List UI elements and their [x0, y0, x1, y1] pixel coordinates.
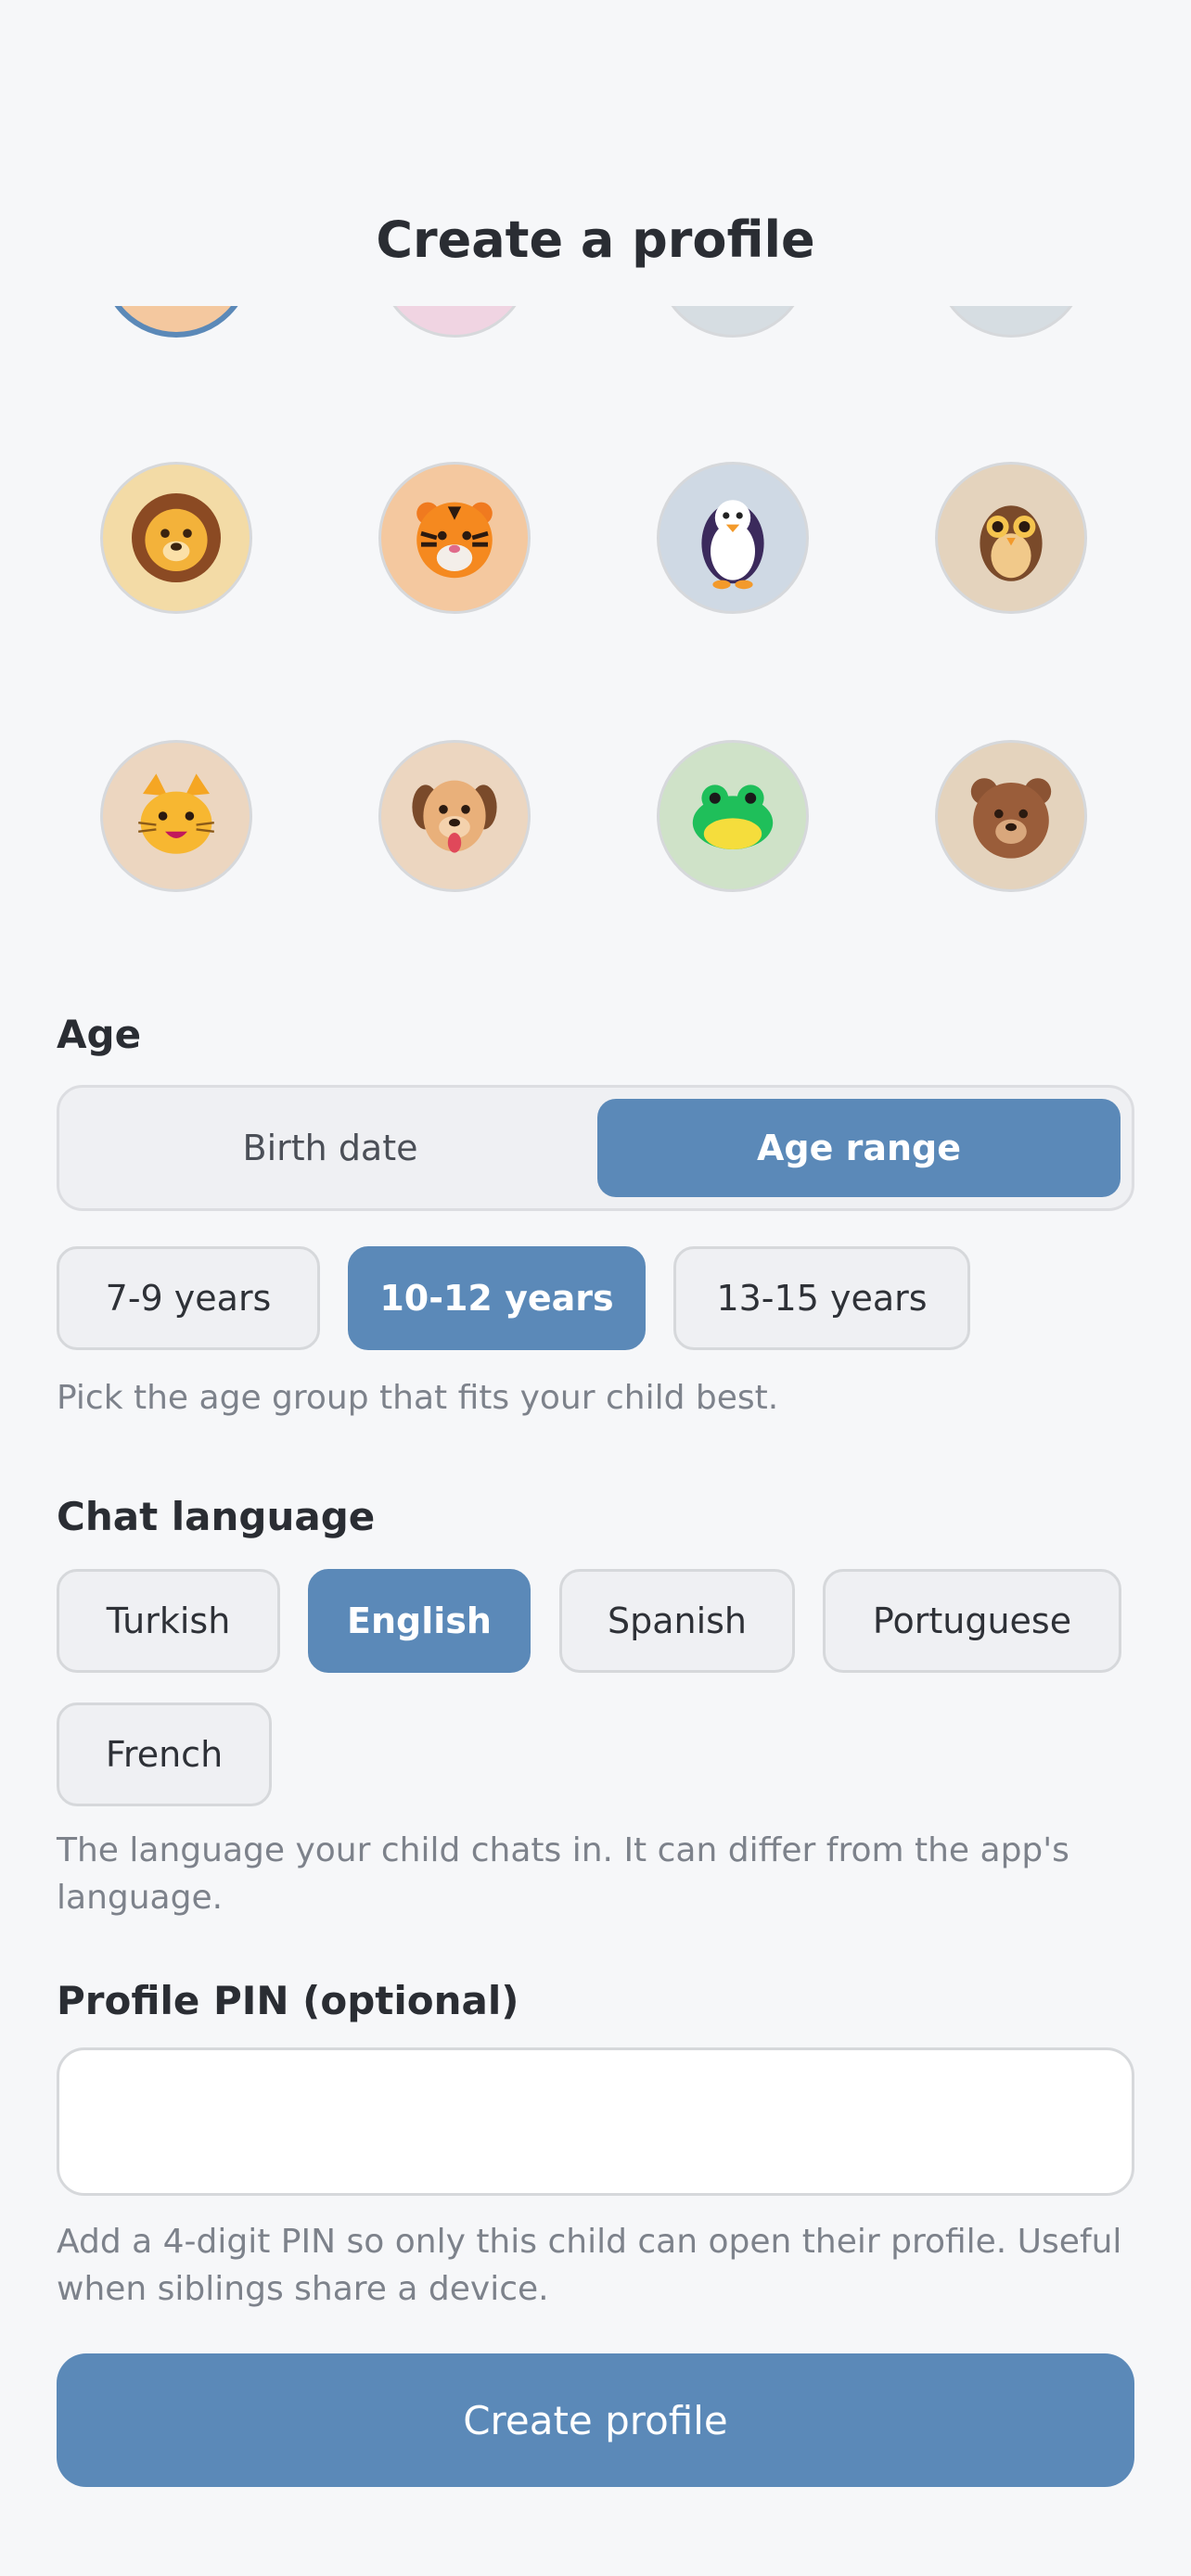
age-mode-segmented-control: Birth date Age range — [57, 1085, 1134, 1211]
lion-icon — [132, 493, 221, 582]
dog-icon — [412, 780, 497, 853]
cat-icon — [138, 773, 214, 854]
birth-date-tab[interactable]: Birth date — [70, 1099, 590, 1197]
avatar-penguin[interactable] — [657, 462, 809, 614]
avatar-bear[interactable] — [935, 740, 1087, 892]
age-hint: Pick the age group that fits your child … — [57, 1379, 779, 1417]
owl-icon — [980, 505, 1043, 581]
avatar-frog[interactable] — [657, 740, 809, 892]
age-range-10-12[interactable]: 10-12 years — [348, 1246, 646, 1350]
profile-pin-input[interactable] — [57, 2047, 1134, 2196]
avatar-dog[interactable] — [378, 740, 531, 892]
chat-language-label: Chat language — [57, 1494, 376, 1539]
avatar-owl[interactable] — [935, 462, 1087, 614]
bear-icon — [970, 778, 1052, 859]
language-spanish[interactable]: Spanish — [559, 1569, 795, 1673]
avatar-option-2[interactable] — [378, 306, 531, 338]
language-hint: The language your child chats in. It can… — [57, 1831, 1069, 1917]
avatar-lion[interactable] — [100, 462, 252, 614]
age-range-7-9[interactable]: 7-9 years — [57, 1246, 320, 1350]
avatar-tiger[interactable] — [378, 462, 531, 614]
page-title: Create a profile — [376, 210, 815, 269]
penguin-icon — [701, 500, 764, 590]
profile-pin-label: Profile PIN (optional) — [57, 1978, 519, 2023]
pin-hint: Add a 4-digit PIN so only this child can… — [57, 2223, 1122, 2308]
avatar-option-4[interactable] — [935, 306, 1087, 338]
age-label: Age — [57, 1012, 142, 1057]
avatar-option-1[interactable] — [100, 306, 252, 338]
frog-icon — [692, 784, 774, 849]
create-profile-button[interactable]: Create profile — [57, 2353, 1134, 2487]
age-range-tab[interactable]: Age range — [597, 1099, 1121, 1197]
tiger-icon — [416, 502, 493, 579]
language-portuguese[interactable]: Portuguese — [823, 1569, 1121, 1673]
language-english[interactable]: English — [308, 1569, 531, 1673]
language-turkish[interactable]: Turkish — [57, 1569, 280, 1673]
avatar-cat[interactable] — [100, 740, 252, 892]
avatar-picker — [0, 306, 1191, 909]
age-range-13-15[interactable]: 13-15 years — [673, 1246, 970, 1350]
avatar-option-3[interactable] — [657, 306, 809, 338]
language-french[interactable]: French — [57, 1702, 272, 1806]
